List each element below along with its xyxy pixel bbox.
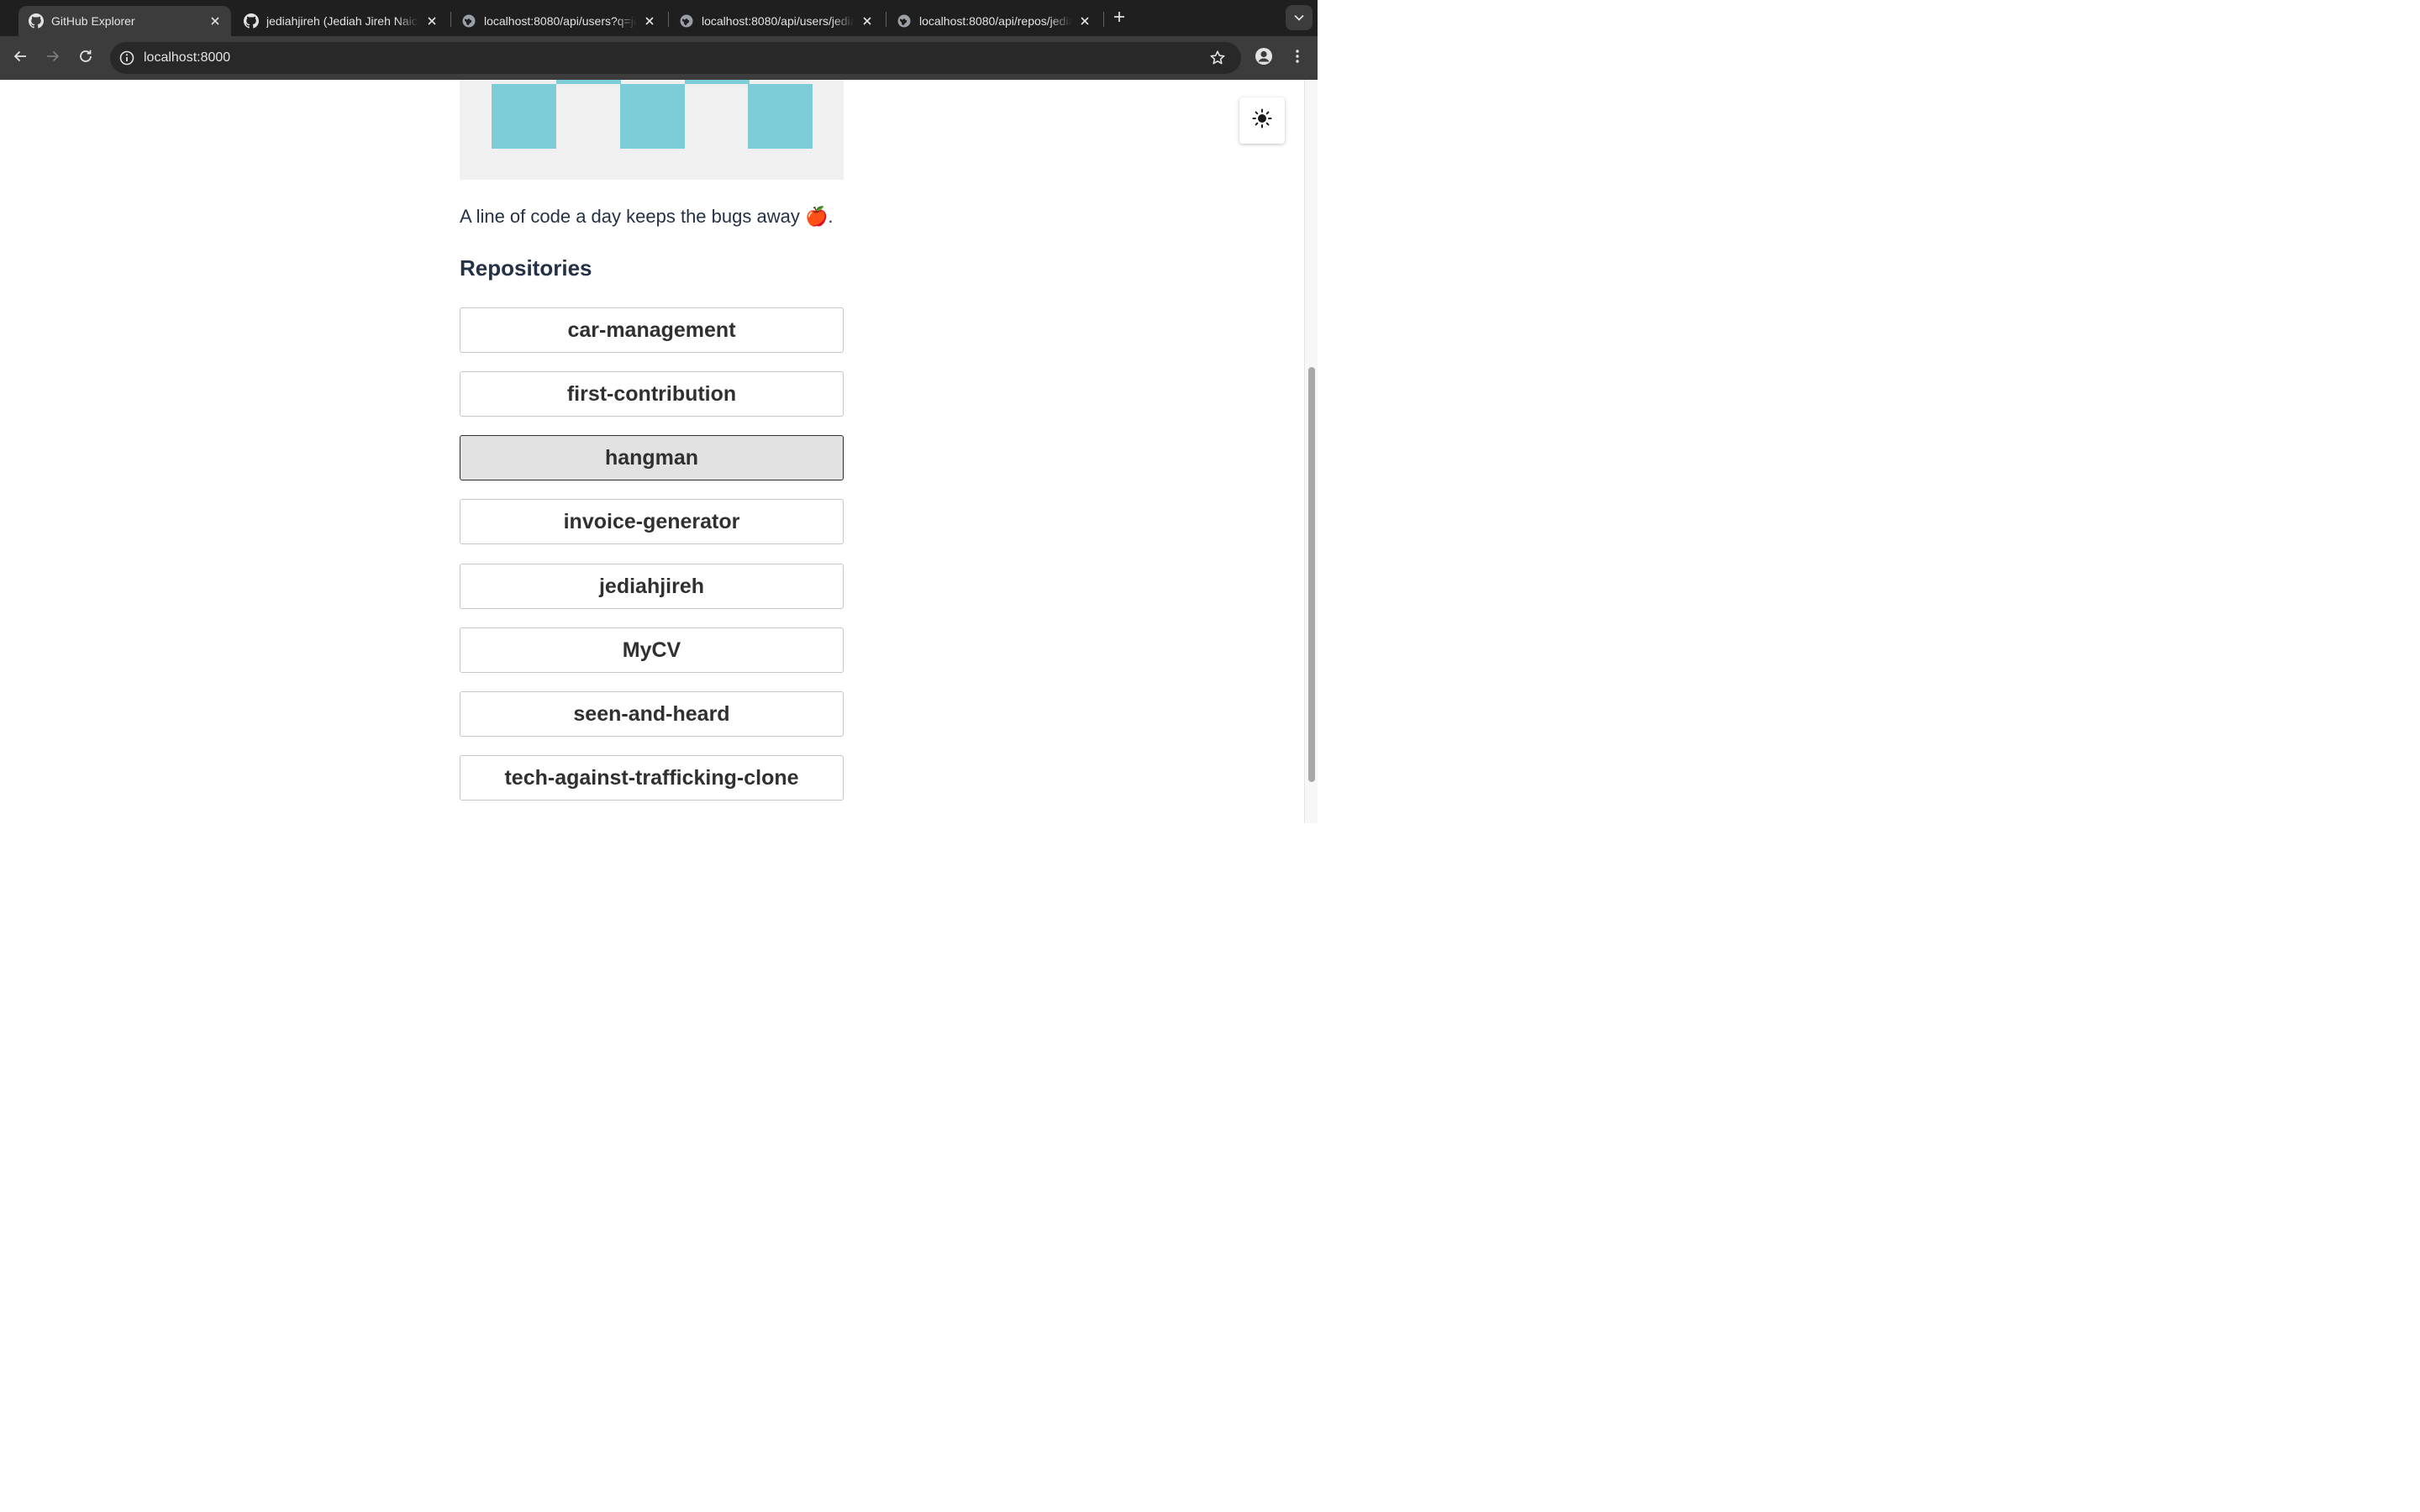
reload-button[interactable] — [75, 47, 97, 69]
globe-icon — [461, 13, 476, 29]
repo-button-car-management[interactable]: car-management — [460, 307, 844, 353]
sun-icon — [1252, 108, 1272, 133]
close-icon[interactable] — [424, 13, 439, 29]
repositories-heading: Repositories — [460, 255, 592, 281]
url-text[interactable]: localhost:8000 — [144, 50, 230, 66]
globe-icon — [897, 13, 912, 29]
profile-button[interactable] — [1253, 47, 1275, 69]
site-info-icon[interactable] — [117, 48, 137, 68]
repo-button-hangman[interactable]: hangman — [460, 435, 844, 480]
tab-api-user[interactable]: localhost:8080/api/users/jediahjireh — [669, 6, 883, 36]
more-vertical-icon — [1295, 49, 1300, 68]
close-icon[interactable] — [1077, 13, 1092, 29]
bio-text: A line of code a day keeps the bugs away — [460, 206, 800, 227]
new-tab-button[interactable] — [1110, 9, 1128, 28]
repo-button-invoice-generator[interactable]: invoice-generator — [460, 499, 844, 544]
repo-button-tech-against-trafficking-clone[interactable]: tech-against-trafficking-clone — [460, 755, 844, 801]
account-icon — [1255, 47, 1273, 70]
reload-icon — [78, 49, 93, 68]
user-avatar — [460, 80, 844, 180]
close-icon[interactable] — [208, 13, 223, 29]
tab-title: GitHub Explorer — [51, 14, 135, 28]
scrollbar-thumb[interactable] — [1308, 367, 1315, 782]
user-bio: A line of code a day keeps the bugs away… — [460, 206, 834, 228]
address-bar[interactable]: localhost:8000 — [110, 42, 1241, 74]
avatar-pixel — [748, 84, 813, 149]
tab-title: localhost:8080/api/users?q=jediahjireh — [484, 14, 637, 28]
tab-api-users-search[interactable]: localhost:8080/api/users?q=jediahjireh — [451, 6, 666, 36]
tab-separator — [1103, 12, 1104, 27]
tab-title: jediahjireh (Jediah Jireh Naicker) — [266, 14, 419, 28]
avatar-pixel — [620, 84, 685, 149]
chevron-down-icon — [1294, 10, 1304, 25]
github-icon — [29, 13, 44, 29]
close-icon[interactable] — [860, 13, 875, 29]
page-scrollbar[interactable] — [1304, 80, 1318, 823]
avatar-pixel — [556, 80, 621, 84]
close-icon[interactable] — [642, 13, 657, 29]
bio-period: . — [828, 206, 834, 227]
page-viewport: A line of code a day keeps the bugs away… — [0, 80, 1304, 823]
repo-button-jediahjireh[interactable]: jediahjireh — [460, 564, 844, 609]
avatar-pixel — [492, 84, 556, 149]
back-button[interactable] — [9, 47, 31, 69]
forward-button[interactable] — [42, 47, 64, 69]
browser-menu-button[interactable] — [1286, 47, 1308, 69]
tab-api-repos[interactable]: localhost:8080/api/repos/jediahjireh — [886, 6, 1101, 36]
bookmark-star-icon[interactable] — [1208, 49, 1227, 67]
apple-emoji: 🍎 — [804, 206, 829, 227]
arrow-right-icon — [45, 49, 60, 68]
repo-button-mycv[interactable]: MyCV — [460, 627, 844, 673]
github-icon — [244, 13, 259, 29]
globe-icon — [679, 13, 694, 29]
browser-tab-bar: GitHub Explorer jediahjireh (Jediah Jire… — [0, 0, 1318, 36]
browser-toolbar: localhost:8000 — [0, 36, 1318, 80]
avatar-pixel — [685, 80, 750, 84]
tab-title: localhost:8080/api/repos/jediahjireh — [919, 14, 1072, 28]
plus-icon — [1113, 11, 1125, 27]
arrow-left-icon — [13, 49, 28, 68]
tab-search-button[interactable] — [1286, 5, 1313, 30]
theme-toggle-button[interactable] — [1239, 97, 1285, 144]
tab-github-profile[interactable]: jediahjireh (Jediah Jireh Naicker) — [234, 6, 448, 36]
tab-github-explorer[interactable]: GitHub Explorer — [18, 6, 231, 36]
repo-button-first-contribution[interactable]: first-contribution — [460, 371, 844, 417]
repo-button-seen-and-heard[interactable]: seen-and-heard — [460, 691, 844, 737]
tab-title: localhost:8080/api/users/jediahjireh — [702, 14, 855, 28]
